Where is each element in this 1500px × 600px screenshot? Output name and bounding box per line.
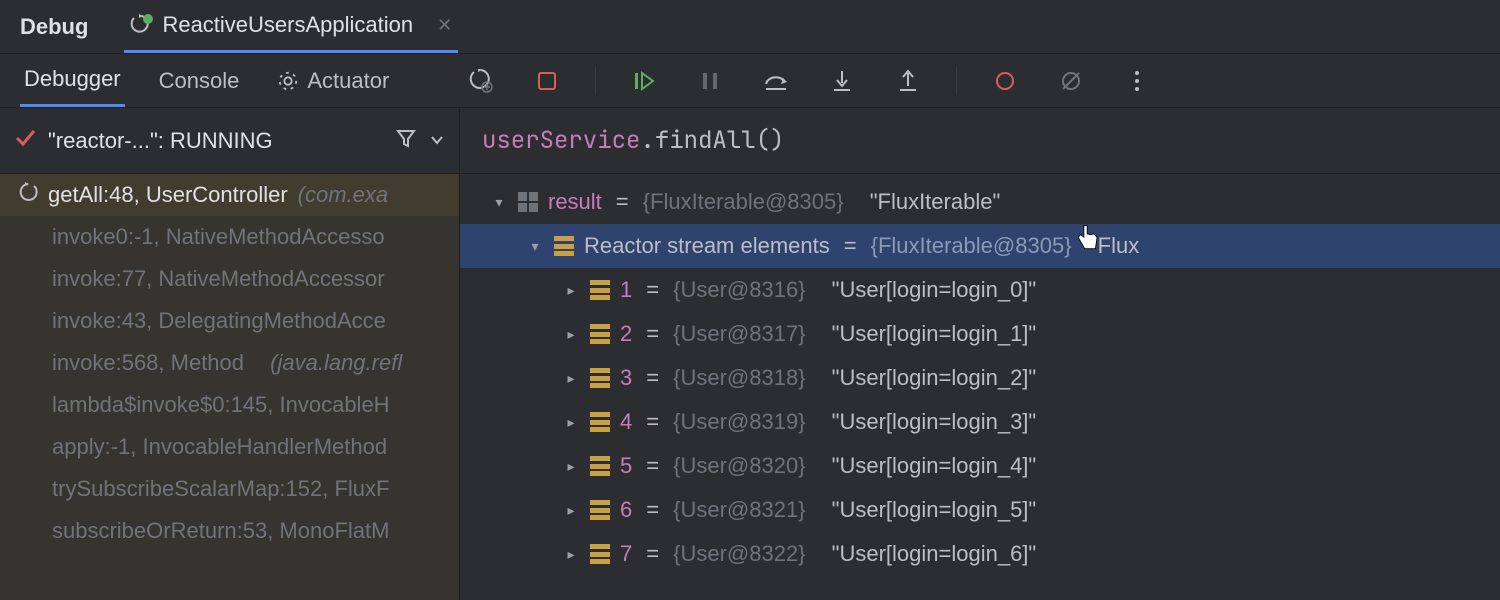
evaluate-expression-input[interactable]: userService.findAll(): [460, 108, 1500, 174]
more-icon: [1135, 71, 1139, 91]
frame-row[interactable]: invoke:77, NativeMethodAccessor: [0, 258, 459, 300]
field-icon: [554, 236, 574, 256]
step-into-button[interactable]: [824, 63, 860, 99]
view-breakpoints-button[interactable]: [987, 63, 1023, 99]
variable-node-element[interactable]: ▸5={User@8320} "User[login=login_4]": [460, 444, 1500, 488]
variables-panel: userService.findAll() ▾ result = {FluxIt…: [460, 108, 1500, 600]
resume-button[interactable]: [626, 63, 662, 99]
drop-frame-icon[interactable]: [18, 182, 38, 208]
variable-node-element[interactable]: ▸2={User@8317} "User[login=login_1]": [460, 312, 1500, 356]
variable-node-result[interactable]: ▾ result = {FluxIterable@8305} "FluxIter…: [460, 180, 1500, 224]
object-icon: [518, 192, 538, 212]
filter-icon[interactable]: [395, 127, 417, 155]
thread-selector[interactable]: "reactor-...": RUNNING: [0, 108, 459, 174]
chevron-right-icon[interactable]: ▸: [562, 458, 580, 475]
debug-main: "reactor-...": RUNNING getAll:48, UserCo…: [0, 108, 1500, 600]
thread-label: "reactor-...": RUNNING: [48, 128, 383, 154]
tab-console[interactable]: Console: [155, 54, 244, 107]
variable-node-element[interactable]: ▸6={User@8321} "User[login=login_5]": [460, 488, 1500, 532]
frame-row[interactable]: lambda$invoke$0:145, InvocableH: [0, 384, 459, 426]
pause-button[interactable]: [692, 63, 728, 99]
separator: [956, 67, 957, 95]
frame-row[interactable]: invoke:43, DelegatingMethodAcce: [0, 300, 459, 342]
field-icon: [590, 544, 610, 564]
field-icon: [590, 500, 610, 520]
frames-list[interactable]: getAll:48, UserController (com.exa invok…: [0, 174, 459, 600]
frame-row[interactable]: apply:-1, InvocableHandlerMethod: [0, 426, 459, 468]
more-actions-button[interactable]: [1119, 63, 1155, 99]
step-over-button[interactable]: [758, 63, 794, 99]
rerun-button[interactable]: [463, 63, 499, 99]
variable-node-element[interactable]: ▸4={User@8319} "User[login=login_3]": [460, 400, 1500, 444]
variable-node-element[interactable]: ▸3={User@8318} "User[login=login_2]": [460, 356, 1500, 400]
debug-tabbar: Debug ReactiveUsersApplication ✕: [0, 0, 1500, 54]
chevron-down-icon[interactable]: ▾: [526, 238, 544, 255]
field-icon: [590, 368, 610, 388]
variable-node-element[interactable]: ▸7={User@8322} "User[login=login_6]": [460, 532, 1500, 576]
debug-title: Debug: [20, 14, 88, 40]
chevron-down-icon[interactable]: [429, 128, 445, 154]
variable-node-element[interactable]: ▸1={User@8316} "User[login=login_0]": [460, 268, 1500, 312]
tab-actuator[interactable]: Actuator: [273, 54, 393, 107]
variables-tree[interactable]: ▾ result = {FluxIterable@8305} "FluxIter…: [460, 174, 1500, 600]
stop-button[interactable]: [529, 63, 565, 99]
step-out-button[interactable]: [890, 63, 926, 99]
tab-debugger[interactable]: Debugger: [20, 54, 125, 107]
variable-node-stream-elements[interactable]: ▾ Reactor stream elements = {FluxIterabl…: [460, 224, 1500, 268]
frame-row[interactable]: invoke:568, Method (java.lang.refl: [0, 342, 459, 384]
run-config-label: ReactiveUsersApplication: [162, 12, 413, 38]
chevron-right-icon[interactable]: ▸: [562, 326, 580, 343]
debug-toolbar: Debugger Console Actuator: [0, 54, 1500, 108]
frame-row[interactable]: subscribeOrReturn:53, MonoFlatM: [0, 510, 459, 552]
rerun-icon: [130, 14, 152, 36]
suspended-check-icon: [14, 127, 36, 155]
field-icon: [590, 324, 610, 344]
field-icon: [590, 280, 610, 300]
frame-row[interactable]: getAll:48, UserController (com.exa: [0, 174, 459, 216]
mute-breakpoints-button[interactable]: [1053, 63, 1089, 99]
chevron-right-icon[interactable]: ▸: [562, 414, 580, 431]
chevron-right-icon[interactable]: ▸: [562, 546, 580, 563]
frame-row[interactable]: trySubscribeScalarMap:152, FluxF: [0, 468, 459, 510]
frame-row[interactable]: invoke0:-1, NativeMethodAccesso: [0, 216, 459, 258]
chevron-down-icon[interactable]: ▾: [490, 194, 508, 211]
chevron-right-icon[interactable]: ▸: [562, 370, 580, 387]
frames-panel: "reactor-...": RUNNING getAll:48, UserCo…: [0, 108, 460, 600]
chevron-right-icon[interactable]: ▸: [562, 502, 580, 519]
field-icon: [590, 456, 610, 476]
chevron-right-icon[interactable]: ▸: [562, 282, 580, 299]
actuator-icon: [277, 70, 299, 92]
run-config-tab[interactable]: ReactiveUsersApplication ✕: [124, 0, 458, 53]
field-icon: [590, 412, 610, 432]
close-icon[interactable]: ✕: [437, 15, 452, 36]
separator: [595, 67, 596, 95]
